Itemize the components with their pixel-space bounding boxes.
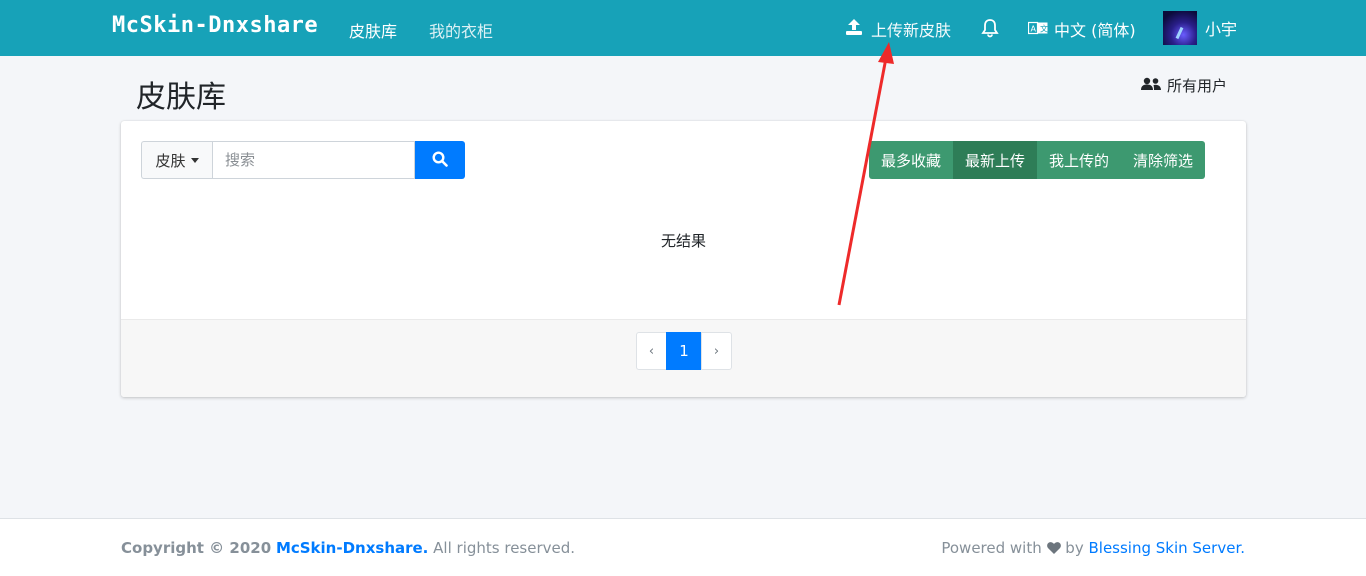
powered-prefix: Powered with <box>941 539 1042 557</box>
pagination: ‹ 1 › <box>636 332 732 370</box>
upload-skin-label: 上传新皮肤 <box>871 21 952 40</box>
heart-icon <box>1046 539 1066 557</box>
search-button[interactable] <box>415 141 465 179</box>
filter-my-uploads-button[interactable]: 我上传的 <box>1037 141 1122 179</box>
avatar <box>1163 11 1197 45</box>
server-name-link[interactable]: Blessing Skin Server. <box>1088 539 1245 557</box>
sort-filter-group: 最多收藏 最新上传 我上传的 清除筛选 <box>869 141 1206 179</box>
svg-text:文: 文 <box>1040 23 1048 33</box>
nav-my-closet[interactable]: 我的衣柜 <box>429 18 493 42</box>
all-users-label: 所有用户 <box>1167 77 1228 95</box>
caret-down-icon <box>190 157 199 163</box>
site-name-link[interactable]: McSkin-Dnxshare. <box>276 539 428 557</box>
powered-by-text: Powered with by Blessing Skin Server. <box>941 539 1245 557</box>
upload-icon <box>845 18 863 40</box>
language-label: 中文 (简体) <box>1054 21 1136 40</box>
copyright-text: Copyright © 2020 McSkin-Dnxshare. All ri… <box>121 539 575 557</box>
powered-by-word: by <box>1065 539 1084 557</box>
top-navbar: McSkin-Dnxshare 皮肤库 我的衣柜 上传新皮肤 A 文 中文 (简… <box>0 0 1366 56</box>
search-icon <box>432 150 448 170</box>
all-users-link[interactable]: 所有用户 <box>1141 75 1227 96</box>
username: 小宇 <box>1205 20 1238 39</box>
notifications-button[interactable] <box>981 18 999 42</box>
page-footer: Copyright © 2020 McSkin-Dnxshare. All ri… <box>0 518 1366 576</box>
pagination-page-1[interactable]: 1 <box>666 332 702 370</box>
pagination-next[interactable]: › <box>701 332 732 370</box>
skin-type-dropdown[interactable]: 皮肤 <box>141 141 212 179</box>
language-selector[interactable]: A 文 中文 (简体) <box>1027 17 1136 41</box>
filter-latest-upload-button[interactable]: 最新上传 <box>953 141 1038 179</box>
page-title: 皮肤库 <box>136 80 226 115</box>
clear-filter-button[interactable]: 清除筛选 <box>1121 141 1206 179</box>
upload-skin-link[interactable]: 上传新皮肤 <box>845 17 951 41</box>
nav-skin-library[interactable]: 皮肤库 <box>349 18 397 42</box>
user-menu[interactable]: 小宇 <box>1163 11 1237 45</box>
brand-logo[interactable]: McSkin-Dnxshare <box>112 13 318 38</box>
svg-text:A: A <box>1031 24 1037 33</box>
users-icon <box>1141 77 1161 95</box>
bell-icon <box>981 19 999 42</box>
copyright-prefix: Copyright © 2020 <box>121 539 272 557</box>
search-input[interactable] <box>212 141 415 179</box>
pagination-prev[interactable]: ‹ <box>636 332 667 370</box>
no-results-message: 无结果 <box>660 232 706 250</box>
card-footer: ‹ 1 › <box>121 319 1246 397</box>
language-icon: A 文 <box>1027 20 1048 39</box>
skin-type-label: 皮肤 <box>155 151 186 170</box>
search-bar: 皮肤 <box>141 141 465 179</box>
filter-most-liked-button[interactable]: 最多收藏 <box>869 141 954 179</box>
rights-text: All rights reserved. <box>433 539 576 557</box>
skin-library-card: 皮肤 最多收藏 最新上传 我上传的 清除筛选 无结果 ‹ 1 › <box>121 121 1246 397</box>
